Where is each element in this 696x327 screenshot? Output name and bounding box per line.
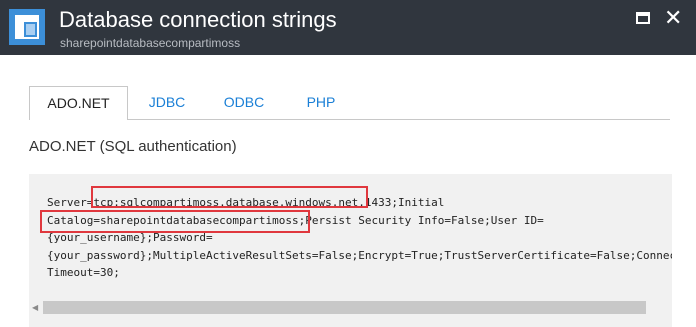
section-label: ADO.NET (SQL authentication)	[29, 138, 237, 155]
close-icon[interactable]: ✕	[664, 6, 682, 30]
icon-frame	[15, 15, 39, 39]
blade-header: Database connection strings sharepointda…	[0, 0, 696, 55]
server-highlight-box	[91, 186, 368, 208]
tab-jdbc[interactable]: JDBC	[137, 86, 197, 120]
tab-php[interactable]: PHP	[296, 86, 346, 120]
tab-adonet[interactable]: ADO.NET	[29, 86, 128, 120]
catalog-highlight-box	[40, 210, 310, 233]
scroll-left-icon[interactable]: ◀	[32, 303, 38, 312]
database-blade-icon	[9, 9, 45, 45]
code-line: {your_password};MultipleActiveResultSets…	[47, 248, 672, 262]
tab-odbc[interactable]: ODBC	[212, 86, 276, 120]
connection-string-box[interactable]: Server=tcp:sqlcompartimoss.database.wind…	[29, 174, 672, 327]
blade-title: Database connection strings	[59, 7, 337, 32]
tab-underline	[128, 119, 670, 120]
maximize-icon[interactable]	[636, 12, 650, 24]
blade-subtitle: sharepointdatabasecompartimoss	[60, 36, 241, 50]
horizontal-scrollbar[interactable]: ◀	[29, 299, 672, 316]
code-line: Timeout=30;	[47, 266, 120, 279]
connection-type-tabs: ADO.NET JDBC ODBC PHP	[29, 86, 670, 120]
scrollbar-thumb[interactable]	[43, 301, 646, 314]
